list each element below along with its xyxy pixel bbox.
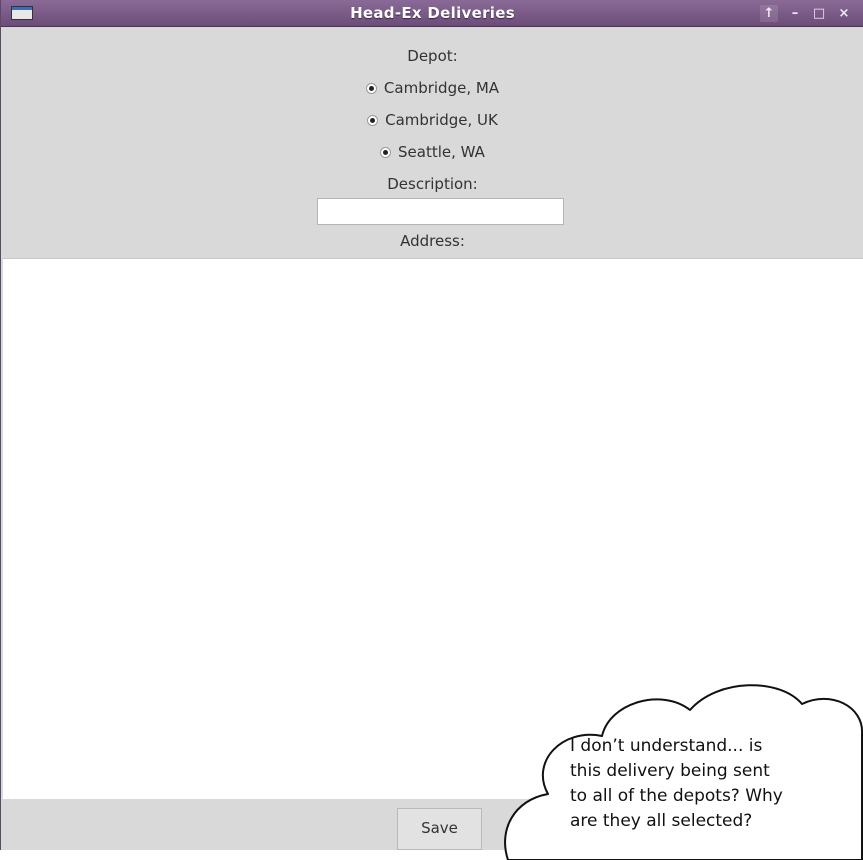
radio-button-icon[interactable] <box>365 82 377 94</box>
thought-line: to all of the depots? Why <box>570 786 783 806</box>
depot-label: Depot: <box>407 47 458 65</box>
title-bar[interactable]: Head-Ex Deliveries ↑ – □ × <box>1 0 863 27</box>
depot-option-label: Seattle, WA <box>398 143 485 161</box>
radio-button-icon[interactable] <box>380 146 392 158</box>
description-input[interactable] <box>317 198 564 225</box>
depot-option-seattle-wa[interactable]: Seattle, WA <box>1 143 863 162</box>
save-button[interactable]: Save <box>397 808 482 850</box>
thought-line: are they all selected? <box>570 811 753 831</box>
description-label: Description: <box>387 175 478 193</box>
depot-option-cambridge-ma[interactable]: Cambridge, MA <box>1 79 863 98</box>
thought-bubble-text: I don’t understand... is this delivery b… <box>570 734 863 834</box>
address-label: Address: <box>400 232 465 250</box>
window-title: Head-Ex Deliveries <box>350 4 515 22</box>
maximize-icon[interactable]: □ <box>810 5 828 22</box>
radio-button-icon[interactable] <box>367 114 379 126</box>
depot-option-label: Cambridge, UK <box>385 111 498 129</box>
thought-line: this delivery being sent <box>570 761 770 781</box>
depot-option-cambridge-uk[interactable]: Cambridge, UK <box>1 111 863 130</box>
minimize-icon[interactable]: – <box>786 5 804 22</box>
close-icon[interactable]: × <box>835 5 853 22</box>
thought-line: I don’t understand... is <box>570 736 763 756</box>
roll-up-icon[interactable]: ↑ <box>760 5 778 22</box>
depot-option-label: Cambridge, MA <box>383 79 500 97</box>
